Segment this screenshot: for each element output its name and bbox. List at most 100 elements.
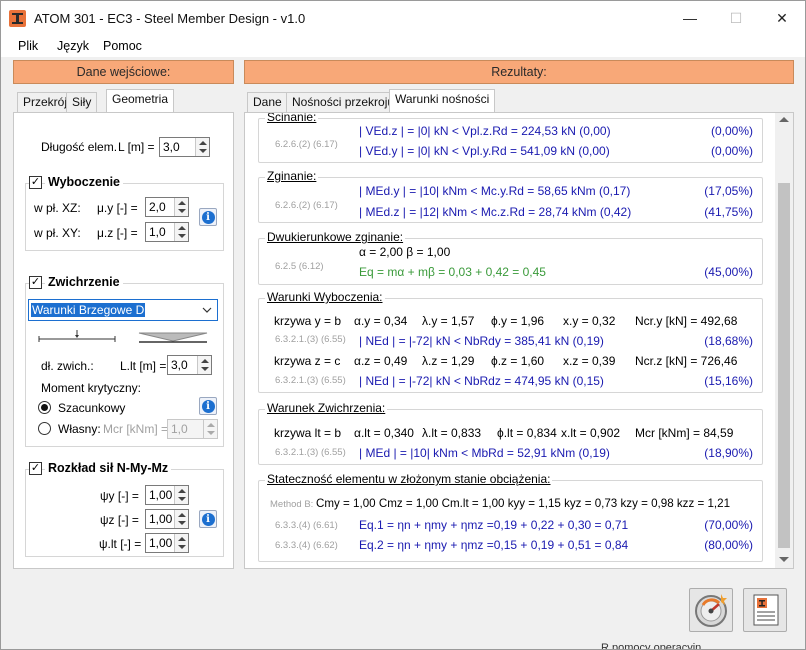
background-text: R pomocy operacyjn — [601, 642, 702, 650]
menu-bar: Plik Język Pomoc — [1, 35, 805, 57]
stability-ref1: 6.3.3.(4) (6.61) — [275, 520, 338, 531]
psiy-stepper[interactable]: 1,00 — [145, 485, 189, 505]
custom-radio[interactable] — [38, 422, 51, 435]
shear-pct-z: (0,00%) — [710, 124, 753, 138]
ltb-checkbox[interactable]: ✓ — [29, 276, 42, 289]
bending-check-y: | MEd.y | = |10| kNm < Mc.y.Rd = 58,65 k… — [359, 184, 631, 198]
input-panel-header: Dane wejściowe: — [13, 60, 234, 84]
maximize-button[interactable]: ☐ — [713, 1, 759, 35]
shear-ref: 6.2.6.(2) (6.17) — [275, 139, 338, 150]
buckling-y-ncr: Ncr.y [kN] = 492,68 — [635, 314, 738, 328]
buckling-results-title: Warunki Wyboczenia: — [265, 290, 385, 304]
distribution-info-button[interactable]: i — [199, 510, 217, 528]
tab-dane[interactable]: Dane — [247, 92, 288, 113]
stepper-down-icon — [199, 149, 207, 153]
length-label: Długość elem. — [41, 140, 118, 154]
ltb-pct: (18,90%) — [704, 446, 753, 460]
buckling-z-alpha: α.z = 0,49 — [354, 354, 408, 368]
bending-pct-z: (41,75%) — [704, 205, 753, 219]
dropdown-chevron-icon — [202, 307, 212, 313]
minimize-button[interactable]: — — [667, 1, 713, 35]
ltb-ref: 6.3.2.1.(3) (6.55) — [275, 447, 346, 458]
boundary-conditions-select[interactable]: Warunki Brzegowe D — [28, 299, 218, 321]
length-stepper[interactable]: 3,0 — [159, 137, 210, 157]
buckling-y-chi: x.y = 0,32 — [563, 314, 616, 328]
ltb-chi: x.lt = 0,902 — [561, 426, 621, 440]
ltb-length-stepper[interactable]: 3,0 — [167, 355, 212, 375]
buckling-z-ref: 6.3.2.1.(3) (6.55) — [275, 375, 346, 386]
buckling-z-phi: ϕ.z = 1,60 — [491, 354, 545, 368]
ltb-curve: krzywa lt = b — [274, 426, 342, 440]
info-icon: i — [201, 210, 215, 224]
results-scrollbar[interactable] — [775, 113, 793, 568]
menu-plik[interactable]: Plik — [18, 39, 38, 53]
info-icon: i — [201, 512, 215, 526]
scroll-thumb[interactable] — [778, 183, 790, 548]
close-button[interactable]: ✕ — [759, 1, 805, 35]
shear-title: Ścinanie: — [265, 112, 319, 124]
ltb-results-title: Warunek Zwichrzenia: — [265, 401, 388, 415]
buckling-y-alpha: α.y = 0,34 — [354, 314, 408, 328]
buckling-muz-label: μ.z [-] = — [97, 226, 138, 240]
muz-stepper[interactable]: 1,0 — [145, 222, 189, 242]
stability-pct2: (80,00%) — [704, 538, 753, 552]
mcr-stepper[interactable]: 1,0 — [167, 419, 218, 439]
stability-eq2: Eq.2 = ηn + ηmy + ηmz =0,15 + 0,19 + 0,5… — [359, 538, 629, 552]
menu-jezyk[interactable]: Język — [57, 39, 89, 53]
buckling-z-lambda: λ.z = 1,29 — [422, 354, 475, 368]
psilt-stepper[interactable]: 1,00 — [145, 533, 189, 553]
beam-load-diagram-icon — [38, 330, 208, 343]
speedometer-icon — [695, 594, 727, 627]
biaxial-coeffs: α = 2,00 β = 1,00 — [359, 245, 451, 259]
buckling-xz-label: w pł. XZ: — [34, 201, 81, 215]
psiz-stepper[interactable]: 1,00 — [145, 509, 189, 529]
buckling-y-check: | NEd | = |-72| kN < NbRdy = 385,41 kN (… — [359, 334, 604, 348]
psiy-label: ψy [-] = — [100, 489, 139, 503]
shear-check-z: | VEd.z | = |0| kN < Vpl.z.Rd = 224,53 k… — [359, 124, 611, 138]
ltb-lt-label: L.lt [m] = — [120, 359, 167, 373]
biaxial-title: Dwukierunkowe zginanie: — [265, 230, 406, 244]
results-pane: Ścinanie: | VEd.z | = |0| kN < Vpl.z.Rd … — [244, 112, 794, 569]
moment-info-button[interactable]: i — [199, 397, 217, 415]
buckling-y-ref: 6.3.2.1.(3) (6.55) — [275, 334, 346, 345]
tab-geometria[interactable]: Geometria — [106, 89, 175, 113]
checkmark-icon: ✓ — [30, 462, 41, 474]
ltb-check: | MEd | = |10| kNm < MbRd = 52,91 kNm (0… — [359, 446, 610, 460]
distribution-checkbox[interactable]: ✓ — [29, 462, 42, 475]
tab-sily[interactable]: Siły — [66, 92, 98, 113]
custom-label: Własny: — [58, 422, 101, 436]
tab-przekroj[interactable]: Przekrój — [17, 92, 74, 113]
estimated-label: Szacunkowy — [58, 401, 126, 415]
biaxial-ref: 6.2.5 (6.12) — [275, 261, 324, 272]
bending-check-z: | MEd.z | = |12| kNm < Mc.z.Rd = 28,74 k… — [359, 205, 632, 219]
app-window: ATOM 301 - EC3 - Steel Member Design - v… — [0, 0, 806, 650]
report-button[interactable] — [743, 588, 787, 632]
buckling-muy-label: μ.y [-] = — [97, 201, 138, 215]
buckling-xy-label: w pł. XY: — [34, 226, 81, 240]
buckling-z-chi: x.z = 0,39 — [563, 354, 616, 368]
tab-warunki-nosnosci[interactable]: Warunki nośności — [389, 89, 496, 113]
scroll-up-icon — [779, 117, 789, 122]
results-panel-header: Rezultaty: — [244, 60, 794, 84]
biaxial-pct: (45,00%) — [704, 265, 753, 279]
buckling-title: Wyboczenie — [45, 175, 124, 189]
estimated-radio[interactable] — [38, 401, 51, 414]
menu-pomoc[interactable]: Pomoc — [103, 39, 142, 53]
stability-ref2: 6.3.3.(4) (6.62) — [275, 540, 338, 551]
ltb-phi: ϕ.lt = 0,834 — [497, 426, 557, 440]
buckling-checkbox[interactable]: ✓ — [29, 176, 42, 189]
calculate-button[interactable] — [689, 588, 733, 632]
buckling-z-pct: (15,16%) — [704, 374, 753, 388]
buckling-y-phi: ϕ.y = 1,96 — [491, 314, 545, 328]
buckling-y-lambda: λ.y = 1,57 — [422, 314, 475, 328]
buckling-info-button[interactable]: i — [199, 208, 217, 226]
ltb-length-label: dł. zwich.: — [41, 359, 94, 373]
ltb-title: Zwichrzenie — [45, 275, 123, 289]
tab-nosnosci-przekroju[interactable]: Nośności przekroju — [286, 92, 401, 113]
stability-method: Method B: — [270, 499, 314, 510]
app-logo-icon — [9, 10, 26, 27]
stability-coeffs: Cmy = 1,00 Cmz = 1,00 Cm.lt = 1,00 kyy =… — [316, 497, 731, 510]
moment-label: Moment krytyczny: — [41, 381, 142, 395]
buckling-z-ncr: Ncr.z [kN] = 726,46 — [635, 354, 738, 368]
muy-stepper[interactable]: 2,0 — [145, 197, 189, 217]
